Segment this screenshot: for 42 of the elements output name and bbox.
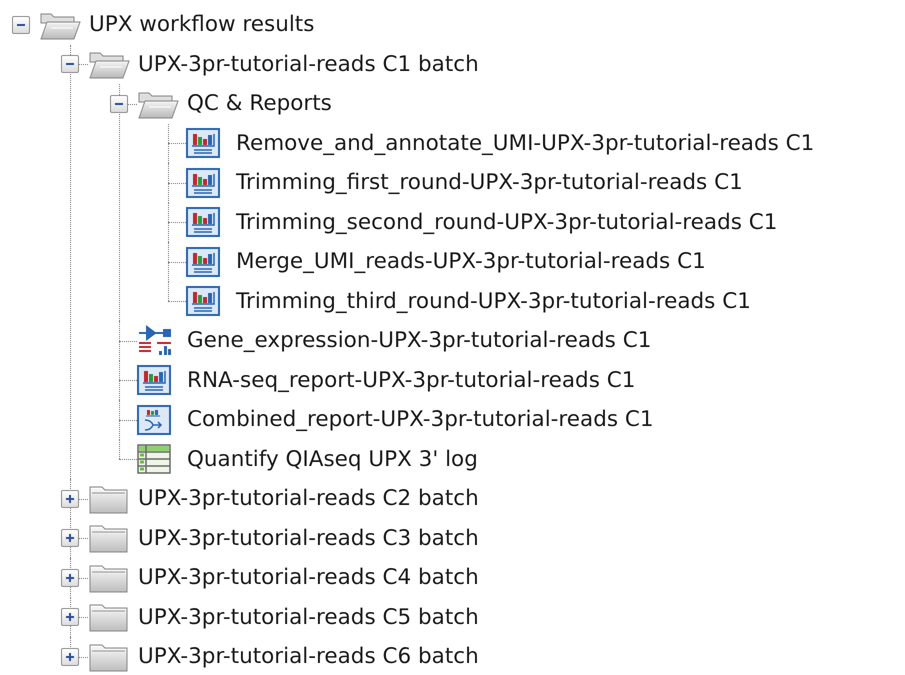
bar-chart-icon	[186, 246, 220, 277]
plus-icon	[65, 533, 75, 544]
tree-item[interactable]: UPX-3pr-tutorial-reads C5 batch	[138, 604, 479, 630]
bar-chart-icon	[186, 286, 220, 316]
folder-icon	[88, 484, 130, 514]
tree-item[interactable]: Combined_report-UPX-3pr-tutorial-reads C1	[187, 407, 654, 432]
tree-item[interactable]: Quantify QIAseq UPX 3' log	[187, 446, 478, 472]
plus-icon	[65, 494, 75, 504]
expand-button[interactable]	[61, 529, 79, 548]
tree-item[interactable]: Trimming_second_round-UPX-3pr-tutorial-reads C1	[236, 210, 778, 235]
folder-icon	[88, 642, 130, 672]
tree-item[interactable]: QC & Reports	[187, 91, 332, 116]
tree-item[interactable]: RNA-seq_report-UPX-3pr-tutorial-reads C1	[187, 368, 636, 393]
bar-chart-icon	[186, 168, 220, 198]
tree-item[interactable]: Merge_UMI_reads-UPX-3pr-tutorial-reads C1	[236, 249, 706, 274]
merge-icon	[137, 404, 171, 435]
bar-chart-icon	[186, 207, 220, 238]
bar-chart-icon	[186, 128, 220, 158]
tree-item[interactable]: Trimming_first_round-UPX-3pr-tutorial-reads C1	[236, 170, 743, 196]
collapse-button[interactable]	[61, 55, 79, 74]
folder-icon	[88, 562, 130, 593]
tree-item[interactable]: UPX-3pr-tutorial-reads C2 batch	[138, 486, 479, 512]
tree-item[interactable]: UPX workflow results	[89, 12, 314, 38]
bar-chart-icon	[137, 365, 171, 396]
collapse-button[interactable]	[12, 16, 30, 34]
expand-button[interactable]	[61, 648, 79, 666]
plus-icon	[65, 612, 75, 622]
tree-item[interactable]: UPX-3pr-tutorial-reads C3 batch	[138, 526, 479, 551]
tree-item[interactable]: Trimming_third_round-UPX-3pr-tutorial-reads C1	[236, 288, 751, 314]
expand-button[interactable]	[61, 568, 79, 587]
tree-item[interactable]: UPX-3pr-tutorial-reads C4 batch	[138, 565, 479, 590]
expand-button[interactable]	[61, 490, 79, 508]
folder-icon	[88, 602, 130, 632]
expand-button[interactable]	[61, 608, 79, 626]
tree-item[interactable]: Remove_and_annotate_UMI-UPX-3pr-tutorial-reads C1	[236, 130, 814, 156]
folder-icon	[88, 523, 130, 554]
tree-item[interactable]: UPX-3pr-tutorial-reads C6 batch	[138, 644, 479, 670]
tree-item[interactable]: Gene_expression-UPX-3pr-tutorial-reads C1	[187, 328, 652, 354]
collapse-button[interactable]	[110, 94, 128, 113]
plus-icon	[65, 572, 75, 583]
plus-icon	[65, 652, 75, 662]
tree-item[interactable]: UPX-3pr-tutorial-reads C1 batch	[138, 52, 479, 77]
